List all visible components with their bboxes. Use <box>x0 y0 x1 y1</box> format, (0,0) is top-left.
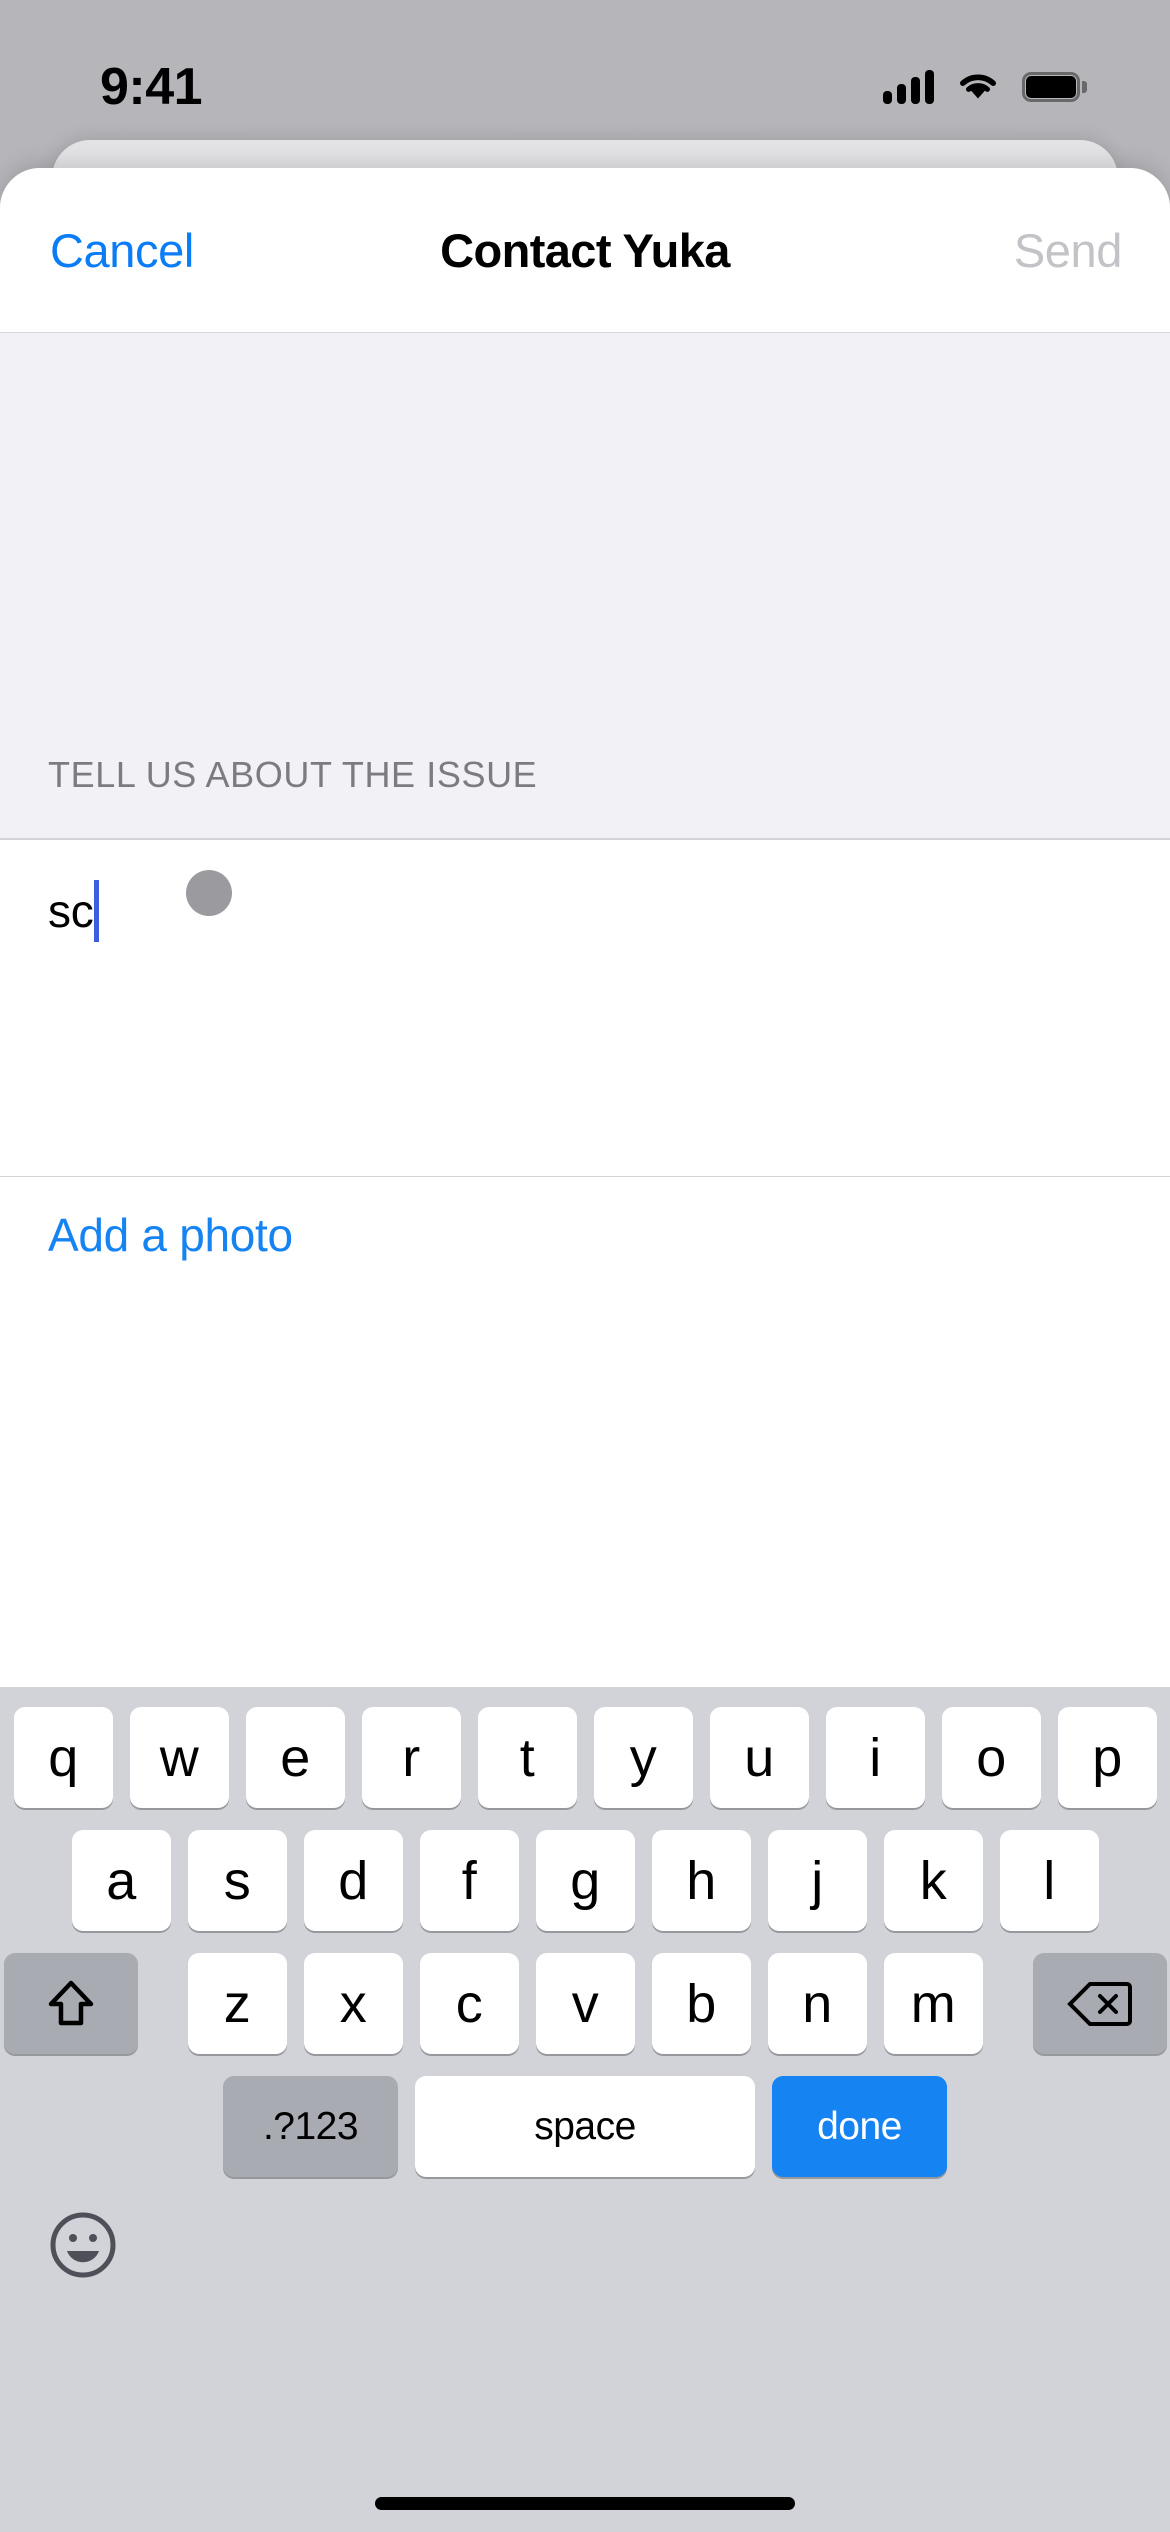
add-photo-link[interactable]: Add a photo <box>48 1208 293 1262</box>
key-f[interactable]: f <box>419 1830 519 1931</box>
text-caret <box>94 879 100 942</box>
keyboard-row-3: z x c v b n m <box>0 1953 1170 2054</box>
cancel-button[interactable]: Cancel <box>50 223 194 278</box>
form-section-header-area: TELL US ABOUT THE ISSUE <box>0 333 1170 838</box>
key-g[interactable]: g <box>535 1830 635 1931</box>
key-l[interactable]: l <box>999 1830 1099 1931</box>
key-y[interactable]: y <box>593 1707 693 1808</box>
cellular-signal-icon <box>883 69 934 104</box>
key-e[interactable]: e <box>245 1707 345 1808</box>
backspace-key[interactable] <box>1032 1953 1167 2054</box>
issue-text-value: sc <box>48 884 94 937</box>
key-s[interactable]: s <box>187 1830 287 1931</box>
issue-description-field[interactable]: sc <box>0 839 1170 1176</box>
key-p[interactable]: p <box>1057 1707 1157 1808</box>
send-button[interactable]: Send <box>1014 223 1123 278</box>
key-c[interactable]: c <box>419 1953 519 2054</box>
backspace-icon <box>1066 1981 1132 2026</box>
key-z[interactable]: z <box>187 1953 287 2054</box>
key-b[interactable]: b <box>651 1953 751 2054</box>
add-photo-row[interactable]: Add a photo <box>0 1177 1170 1292</box>
key-w[interactable]: w <box>129 1707 229 1808</box>
numbers-key[interactable]: .?123 <box>223 2076 398 2177</box>
emoji-key[interactable] <box>48 2210 118 2285</box>
key-a[interactable]: a <box>71 1830 171 1931</box>
wifi-icon <box>956 67 1000 106</box>
keyboard-row-2: a s d f g h j k l <box>0 1830 1170 1931</box>
status-time: 9:41 <box>100 57 203 116</box>
key-j[interactable]: j <box>767 1830 867 1931</box>
status-indicators <box>883 67 1087 106</box>
space-key[interactable]: space <box>415 2076 755 2177</box>
key-i[interactable]: i <box>825 1707 925 1808</box>
status-bar: 9:41 <box>0 0 1170 155</box>
keyboard-bottom-bar <box>0 2187 1170 2307</box>
key-d[interactable]: d <box>303 1830 403 1931</box>
key-v[interactable]: v <box>535 1953 635 2054</box>
shift-key[interactable] <box>3 1953 138 2054</box>
contact-modal-sheet: Cancel Contact Yuka Send TELL US ABOUT T… <box>0 168 1170 2532</box>
key-o[interactable]: o <box>941 1707 1041 1808</box>
touch-point-indicator <box>186 869 232 916</box>
onscreen-keyboard: q w e r t y u i o p a s d f g h j k l z … <box>0 1687 1170 2532</box>
emoji-smiley-icon <box>50 2212 116 2277</box>
home-indicator <box>375 2497 795 2510</box>
done-key[interactable]: done <box>772 2076 947 2177</box>
navigation-bar: Cancel Contact Yuka Send <box>0 168 1170 333</box>
key-n[interactable]: n <box>767 1953 867 2054</box>
key-t[interactable]: t <box>477 1707 577 1808</box>
key-r[interactable]: r <box>361 1707 461 1808</box>
battery-icon <box>1022 71 1087 102</box>
section-header-label: TELL US ABOUT THE ISSUE <box>48 754 538 795</box>
key-k[interactable]: k <box>883 1830 983 1931</box>
key-u[interactable]: u <box>709 1707 809 1808</box>
shift-arrow-icon <box>48 1980 93 2025</box>
keyboard-row-1: q w e r t y u i o p <box>0 1707 1170 1808</box>
key-m[interactable]: m <box>883 1953 983 2054</box>
key-h[interactable]: h <box>651 1830 751 1931</box>
keyboard-row-4: .?123 space done <box>0 2076 1170 2177</box>
key-q[interactable]: q <box>13 1707 113 1808</box>
key-x[interactable]: x <box>303 1953 403 2054</box>
